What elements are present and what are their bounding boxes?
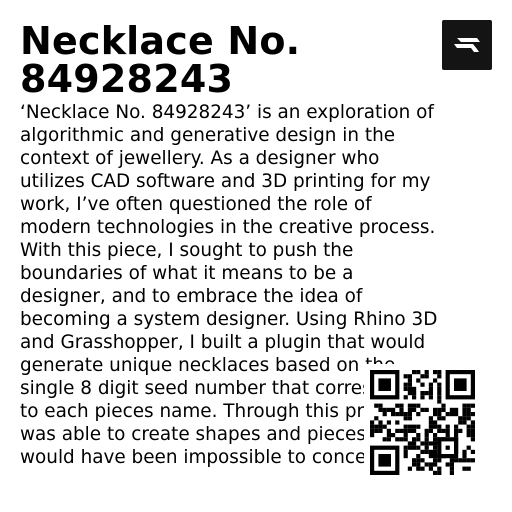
qr-code[interactable]: [364, 364, 486, 486]
product-page: Necklace No. 84928243 ‘Necklace No. 8492…: [0, 0, 512, 512]
qr-code-icon: [370, 370, 475, 475]
product-title: Necklace No. 84928243: [20, 19, 301, 101]
brand-logo-icon: [454, 38, 480, 52]
brand-logo[interactable]: [442, 20, 492, 70]
